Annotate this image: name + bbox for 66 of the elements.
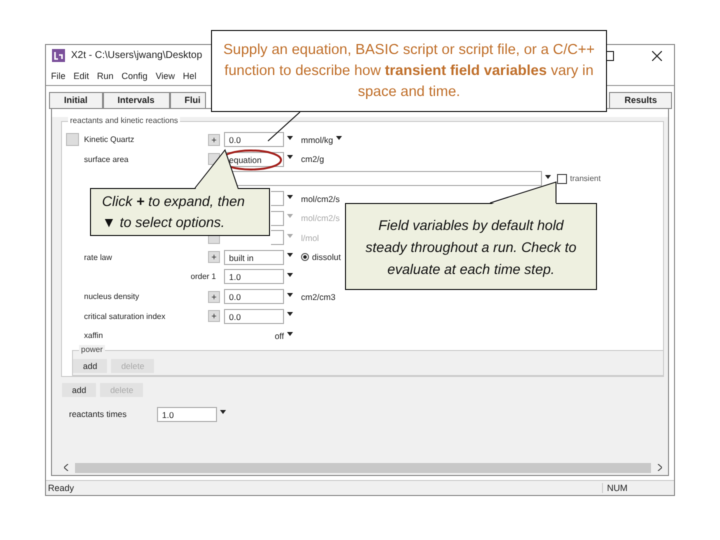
callout-text: Supply an equation, BASIC script or script file, or a C/C++ function to describe how transient field variables vary in space and time. xyxy=(222,40,596,102)
unit-label[interactable]: mmol/kg xyxy=(301,134,334,145)
value-field[interactable]: 0.0 xyxy=(224,132,284,148)
checkbox[interactable] xyxy=(557,174,567,184)
scroll-right-icon[interactable] xyxy=(657,464,662,471)
menu-item[interactable]: View xyxy=(156,70,175,80)
menu-item[interactable]: Edit xyxy=(74,70,90,80)
scroll-left-icon[interactable] xyxy=(64,464,69,471)
close-icon[interactable] xyxy=(652,50,662,60)
menu-item[interactable]: Hel xyxy=(182,70,196,80)
dropdown-arrow-icon[interactable] xyxy=(287,292,293,297)
value-field[interactable]: 1.0 xyxy=(224,269,284,284)
dropdown-arrow-icon[interactable] xyxy=(287,136,293,140)
dropdown-arrow-icon[interactable] xyxy=(287,155,293,160)
expand-button[interactable]: + xyxy=(208,134,220,146)
dropdown-arrow-icon[interactable] xyxy=(220,410,226,414)
field-label: critical saturation index xyxy=(84,312,166,321)
menu-item[interactable]: Run xyxy=(97,70,114,80)
value-field[interactable]: 0.0 xyxy=(224,308,284,324)
expand-button[interactable]: + xyxy=(208,290,220,303)
value-field[interactable] xyxy=(271,230,284,246)
toggle-value[interactable]: off xyxy=(274,330,284,341)
menu-item[interactable]: File xyxy=(51,70,66,80)
value-field[interactable]: 1.0 xyxy=(157,406,217,422)
field-label: nucleus density xyxy=(84,292,140,302)
checkbox-label: transient xyxy=(570,174,601,184)
dropdown-arrow-icon[interactable] xyxy=(336,136,342,140)
dropdown-arrow-icon[interactable] xyxy=(287,272,293,277)
unit-label[interactable]: cm2/cm3 xyxy=(301,292,336,302)
tab[interactable]: Flui xyxy=(170,92,206,108)
tab[interactable]: Intervals xyxy=(102,92,170,108)
app-icon xyxy=(52,49,65,62)
value-field[interactable] xyxy=(271,191,284,206)
action-button[interactable]: add xyxy=(73,358,108,373)
unit-label[interactable]: mol/cm2/s xyxy=(301,194,340,204)
field-label: order 1 xyxy=(190,272,217,282)
expand-button[interactable]: + xyxy=(208,251,220,264)
menu-item[interactable]: Config xyxy=(122,70,148,80)
field-label: reactants times xyxy=(69,409,128,420)
callout-text: Click + to expand, then ▼ to select options. xyxy=(102,192,246,232)
dropdown-arrow-icon[interactable] xyxy=(287,332,293,336)
group-title: reactants and kinetic reactions xyxy=(68,116,180,125)
status-message: Ready xyxy=(47,483,76,493)
field-label: surface area xyxy=(84,154,130,164)
radio-label: dissolut xyxy=(312,252,341,262)
status-indicator: NUM xyxy=(602,483,641,493)
value-field[interactable] xyxy=(271,210,284,226)
group-title: power xyxy=(79,344,105,354)
field-label: Kinetic Quartz xyxy=(84,135,136,144)
dropdown-arrow-icon[interactable] xyxy=(287,194,293,199)
expand-button[interactable]: + xyxy=(208,310,220,322)
value-field[interactable]: 0.0 xyxy=(224,289,284,304)
dropdown-arrow-icon[interactable] xyxy=(287,253,293,258)
tab[interactable]: Results xyxy=(609,92,672,108)
callout-text: Field variables by default hold steady throughout a run. Check to evaluate at each time step. xyxy=(364,216,578,279)
checkbox[interactable] xyxy=(66,133,79,146)
action-button[interactable]: add xyxy=(62,382,96,397)
window-title: X2t - C:\Users\jwang\Desktop xyxy=(71,50,202,61)
radio-button[interactable] xyxy=(301,253,309,262)
field-label: rate law xyxy=(84,252,114,262)
field-label: xaffin xyxy=(84,331,104,340)
tab[interactable]: Initial xyxy=(49,92,103,108)
dropdown-arrow-icon[interactable] xyxy=(287,312,293,316)
value-field[interactable]: built in xyxy=(224,250,284,265)
unit-label[interactable]: cm2/g xyxy=(301,154,324,164)
dropdown-arrow-icon[interactable] xyxy=(545,174,551,179)
